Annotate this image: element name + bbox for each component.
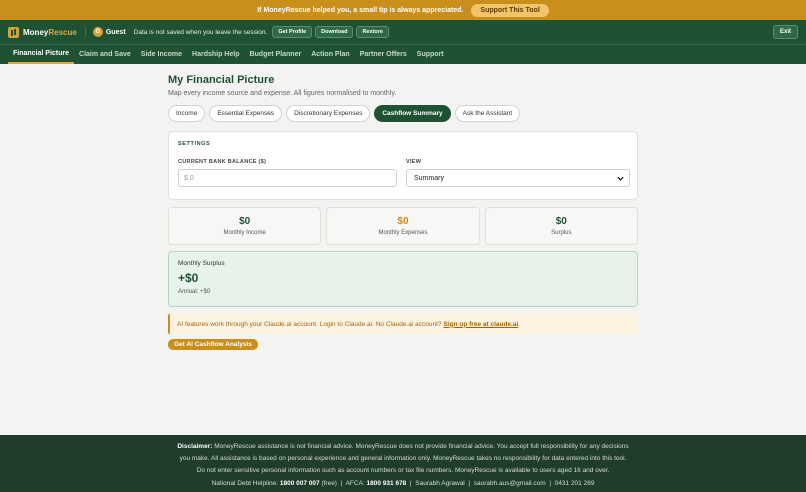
disclaimer-label: Disclaimer:: [177, 443, 213, 450]
page-subtitle: Map every income source and expense. All…: [168, 90, 397, 97]
stat-monthly-income: $0 Monthly Income: [168, 207, 322, 245]
ai-cashflow-analysis-button[interactable]: Get AI Cashflow Analysis: [168, 339, 258, 350]
settings-card: SETTINGS CURRENT BANK BALANCE ($) VIEW $…: [168, 131, 638, 200]
nav-support[interactable]: Support: [412, 45, 449, 64]
settings-title: SETTINGS: [178, 141, 211, 147]
tab-ask-assistant[interactable]: Ask the Assistant: [454, 105, 521, 122]
stat-label: Monthly Income: [223, 230, 266, 236]
tab-essential-expenses[interactable]: Essential Expenses: [209, 105, 283, 122]
bank-balance-input[interactable]: $ 0: [178, 169, 397, 187]
footer-line-1: Disclaimer: MoneyRescue assistance is no…: [0, 441, 806, 453]
ai-note-suffix: .: [518, 320, 521, 328]
tab-income[interactable]: Income: [168, 105, 206, 122]
stat-value: $0: [239, 216, 251, 227]
separator: |: [549, 479, 552, 487]
summary-stats: $0 Monthly Income $0 Monthly Expenses $0…: [168, 207, 638, 245]
separator: |: [409, 479, 412, 487]
avatar: G: [92, 27, 103, 37]
afca-number[interactable]: 1800 931 678: [367, 480, 407, 487]
bar-chart-icon: [8, 26, 19, 38]
guest-label: Guest: [105, 28, 126, 36]
footer-line-2: you make. All assistance is based on per…: [179, 455, 627, 463]
footer: Disclaimer: MoneyRescue assistance is no…: [0, 435, 806, 492]
stat-surplus: $0 Surplus: [484, 207, 638, 245]
brand-logo[interactable]: MoneyRescue: [23, 28, 77, 37]
tab-cashflow-summary[interactable]: Cashflow Summary: [374, 105, 451, 122]
get-profile-button[interactable]: Get Profile: [272, 26, 313, 38]
ai-info-banner: AI features work through your Claude.ai …: [168, 314, 638, 334]
stat-monthly-expenses: $0 Monthly Expenses: [326, 207, 480, 245]
tab-discretionary-expenses[interactable]: Discretionary Expenses: [286, 105, 371, 122]
surplus-title: Monthly Surplus: [178, 260, 225, 267]
view-select-value: Summary: [414, 174, 444, 182]
guest-profile: G Guest: [84, 27, 126, 37]
separator: |: [468, 479, 471, 487]
helpline-note: (free): [321, 479, 337, 487]
session-note: Data is not saved when you leave the ses…: [133, 28, 268, 36]
helpline-label: National Debt Helpline:: [211, 479, 279, 487]
surplus-value: +$0: [178, 271, 199, 285]
monthly-surplus-panel: Monthly Surplus +$0 Annual: +$0: [168, 251, 638, 307]
signup-claude-link[interactable]: Sign up free at claude.ai: [444, 321, 519, 328]
nav-partner-offers[interactable]: Partner Offers: [355, 45, 412, 64]
restore-button[interactable]: Restore: [356, 26, 389, 38]
view-select[interactable]: Summary: [406, 169, 630, 187]
footer-contacts: National Debt Helpline: 1800 007 007 (fr…: [0, 478, 806, 490]
nav-side-income[interactable]: Side Income: [136, 45, 187, 64]
disclaimer-text: MoneyRescue assistance is not financial …: [214, 443, 629, 450]
stat-label: Surplus: [551, 230, 572, 236]
section-tabs: Income Essential Expenses Discretionary …: [168, 105, 638, 122]
nav-action-plan[interactable]: Action Plan: [306, 45, 355, 64]
app-header: MoneyRescue G Guest Data is not saved wh…: [0, 20, 806, 44]
stat-label: Monthly Expenses: [378, 230, 428, 236]
page-title: My Financial Picture: [168, 74, 275, 86]
view-label: VIEW: [406, 159, 422, 165]
nav-budget-planner[interactable]: Budget Planner: [244, 45, 306, 64]
balance-label: CURRENT BANK BALANCE ($): [178, 159, 267, 165]
support-tool-button[interactable]: Support This Tool: [471, 3, 549, 17]
surplus-annual: Annual: +$0: [178, 289, 211, 295]
exit-button[interactable]: Exit: [772, 25, 798, 39]
separator: |: [340, 479, 343, 487]
author-phone[interactable]: 0431 201 269: [555, 480, 595, 487]
chevron-down-icon: [617, 176, 624, 181]
author-email[interactable]: saurabh.aus@gmail.com: [474, 480, 546, 487]
author-name: Saurabh Agrawal: [415, 479, 465, 487]
stat-value: $0: [397, 216, 409, 227]
nav-claim-and-save[interactable]: Claim and Save: [74, 45, 136, 64]
ai-note-text: AI features work through your Claude.ai …: [177, 320, 442, 328]
main-nav: Financial Picture Claim and Save Side In…: [0, 44, 806, 64]
stat-value: $0: [555, 216, 567, 227]
footer-line-3: Do not enter sensitive personal informat…: [196, 467, 610, 475]
tip-banner: If MoneyRescue helped you, a small tip i…: [0, 0, 806, 20]
nav-hardship-help[interactable]: Hardship Help: [187, 45, 244, 64]
download-button[interactable]: Download: [315, 26, 354, 38]
afca-label: AFCA:: [345, 479, 365, 487]
main-content: My Financial Picture Map every income so…: [168, 74, 638, 350]
tip-message: If MoneyRescue helped you, a small tip i…: [257, 6, 464, 14]
helpline-number[interactable]: 1800 007 007: [280, 480, 320, 487]
nav-financial-picture[interactable]: Financial Picture: [8, 45, 75, 64]
